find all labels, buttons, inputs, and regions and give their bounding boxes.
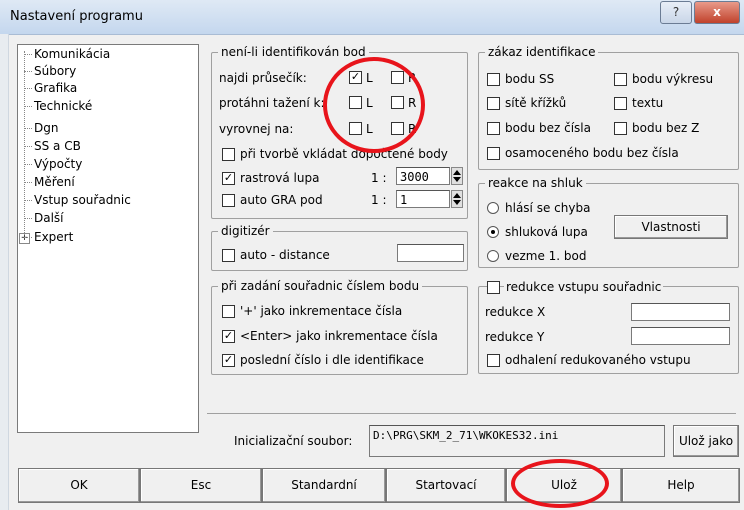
ban-osamoceneho-label: osamoceného bodu bez čísla	[505, 146, 679, 160]
save-button[interactable]: Ulož	[506, 468, 622, 503]
help-icon[interactable]: ?	[660, 1, 692, 24]
raster-zoom-label: rastrová lupa	[240, 171, 320, 185]
group-cluster-legend: reakce na shluk	[485, 176, 586, 190]
insert-computed-label: při tvorbě vkládat dopočtené body	[240, 147, 448, 161]
find-intersection-l-label: L	[366, 71, 373, 85]
auto-distance-checkbox[interactable]	[222, 249, 235, 262]
ban-bodu-bez-cisla-label: bodu bez čísla	[505, 121, 591, 135]
reduction-x-input[interactable]	[631, 303, 730, 321]
reduction-y-input[interactable]	[631, 327, 730, 345]
cluster-error-radio[interactable]	[487, 202, 499, 214]
raster-zoom-ratio: 1 :	[371, 171, 387, 185]
plus-increment-checkbox[interactable]	[222, 305, 235, 318]
ban-bodu-ss-label: bodu SS	[505, 72, 555, 86]
find-intersection-l-checkbox[interactable]: ✓	[349, 71, 362, 84]
extend-drag-label: protáhni tažení k:	[219, 96, 325, 110]
ban-textu-label: textu	[632, 96, 664, 110]
reduction-x-label: redukce X	[485, 305, 546, 319]
cluster-zoom-radio[interactable]	[487, 226, 499, 238]
group-identification-ban-legend: zákaz identifikace	[485, 45, 599, 59]
tree-item-subory[interactable]: Súbory	[23, 64, 76, 78]
tree-item-dgn[interactable]: Dgn	[23, 121, 58, 135]
find-intersection-r-label: R	[408, 71, 417, 85]
esc-button[interactable]: Esc	[140, 468, 262, 503]
cluster-first-point-radio[interactable]	[487, 250, 499, 262]
ban-bodu-vykresu-label: bodu výkresu	[632, 72, 714, 86]
enter-increment-checkbox[interactable]: ✓	[222, 330, 235, 343]
init-file-label: Inicializační soubor:	[234, 434, 353, 448]
tree-item-komunikacia[interactable]: Komunikácia	[23, 47, 110, 61]
help-button[interactable]: Help	[622, 468, 740, 503]
tree-item-grafika[interactable]: Grafika	[23, 81, 77, 95]
last-number-label: poslední číslo i dle identifikace	[240, 353, 424, 367]
last-number-checkbox[interactable]: ✓	[222, 354, 235, 367]
settings-dialog: Nastavení programu ? x Komunikácia Súbor…	[0, 0, 744, 510]
reveal-reduced-label: odhalení redukovaného vstupu	[505, 353, 691, 367]
cluster-zoom-label: shluková lupa	[505, 225, 588, 239]
tree-connector	[24, 51, 25, 237]
auto-gra-spinner[interactable]	[451, 190, 463, 208]
align-to-r-label: R	[408, 122, 417, 136]
insert-computed-checkbox[interactable]	[222, 148, 235, 161]
ok-button[interactable]: OK	[18, 468, 140, 503]
enter-increment-label: <Enter> jako inkrementace čísla	[240, 329, 438, 343]
window-title: Nastavení programu	[10, 9, 143, 24]
tree-item-expert[interactable]: Expert	[23, 230, 73, 244]
tree-item-mereni[interactable]: Měření	[24, 175, 75, 189]
align-to-r-checkbox[interactable]	[391, 122, 404, 135]
tree-item-technicke[interactable]: Technické	[23, 99, 92, 113]
group-number-input-legend: při zadání souřadnic číslem bodu	[218, 279, 423, 293]
auto-gra-ratio: 1 :	[371, 193, 387, 207]
auto-gra-checkbox[interactable]	[222, 194, 235, 207]
settings-tree[interactable]: Komunikácia Súbory Grafika Technické Dgn…	[17, 44, 199, 433]
extend-drag-r-checkbox[interactable]	[391, 96, 404, 109]
find-intersection-r-checkbox[interactable]	[391, 71, 404, 84]
cluster-first-point-label: vezme 1. bod	[505, 249, 587, 263]
init-file-path: D:\PRG\SKM_2_71\WKOKES32.ini	[369, 425, 665, 457]
align-to-label: vyrovnej na:	[219, 122, 294, 136]
group-unidentified-legend: není-li identifikován bod	[218, 45, 369, 59]
standard-button[interactable]: Standardní	[262, 468, 386, 503]
auto-distance-label: auto - distance	[240, 248, 330, 262]
ban-bodu-ss-checkbox[interactable]	[487, 73, 500, 86]
extend-drag-l-label: L	[366, 96, 373, 110]
align-to-l-label: L	[366, 122, 373, 136]
reduction-checkbox[interactable]	[487, 281, 500, 294]
reduction-legend: redukce vstupu souřadnic	[504, 280, 664, 294]
ban-osamoceneho-checkbox[interactable]	[487, 147, 500, 160]
close-icon[interactable]: x	[694, 1, 740, 24]
ban-bodu-bez-z-label: bodu bez Z	[632, 121, 700, 135]
auto-gra-label: auto GRA pod	[240, 193, 323, 207]
ban-textu-checkbox[interactable]	[614, 97, 627, 110]
reduction-y-label: redukce Y	[485, 330, 545, 344]
properties-button[interactable]: Vlastnosti	[614, 215, 728, 239]
save-as-button[interactable]: Ulož jako	[673, 425, 739, 457]
ban-bodu-bez-z-checkbox[interactable]	[614, 122, 627, 135]
window-frame-edge	[0, 34, 9, 510]
raster-zoom-input[interactable]: 3000	[396, 167, 450, 185]
extend-drag-l-checkbox[interactable]	[349, 96, 362, 109]
cluster-error-label: hlásí se chyba	[505, 201, 591, 215]
auto-distance-input[interactable]	[397, 244, 464, 262]
title-bar: Nastavení programu ? x	[0, 0, 744, 35]
find-intersection-label: najdi průsečík:	[219, 71, 307, 85]
ban-bodu-vykresu-checkbox[interactable]	[614, 73, 627, 86]
reveal-reduced-checkbox[interactable]	[487, 354, 500, 367]
align-to-l-checkbox[interactable]	[349, 122, 362, 135]
tree-item-vypocty[interactable]: Výpočty	[23, 157, 82, 171]
extend-drag-r-label: R	[408, 96, 417, 110]
auto-gra-input[interactable]: 1	[396, 190, 450, 208]
plus-increment-label: '+' jako inkrementace čísla	[240, 304, 403, 318]
group-digitizer-legend: digitizér	[218, 224, 273, 238]
ban-bodu-bez-cisla-checkbox[interactable]	[487, 122, 500, 135]
tree-expand-icon[interactable]: +	[19, 233, 30, 244]
raster-zoom-checkbox[interactable]: ✓	[222, 172, 235, 185]
startup-button[interactable]: Startovací	[386, 468, 506, 503]
ban-site-krizku-label: sítě křížků	[505, 96, 567, 110]
ban-site-krizku-checkbox[interactable]	[487, 97, 500, 110]
raster-zoom-spinner[interactable]	[451, 167, 463, 185]
tree-item-vstup-souradnic[interactable]: Vstup souřadnic	[24, 193, 131, 207]
tree-item-dalsi[interactable]: Další	[24, 211, 64, 225]
tree-item-ss-a-cb[interactable]: SS a CB	[24, 139, 81, 153]
